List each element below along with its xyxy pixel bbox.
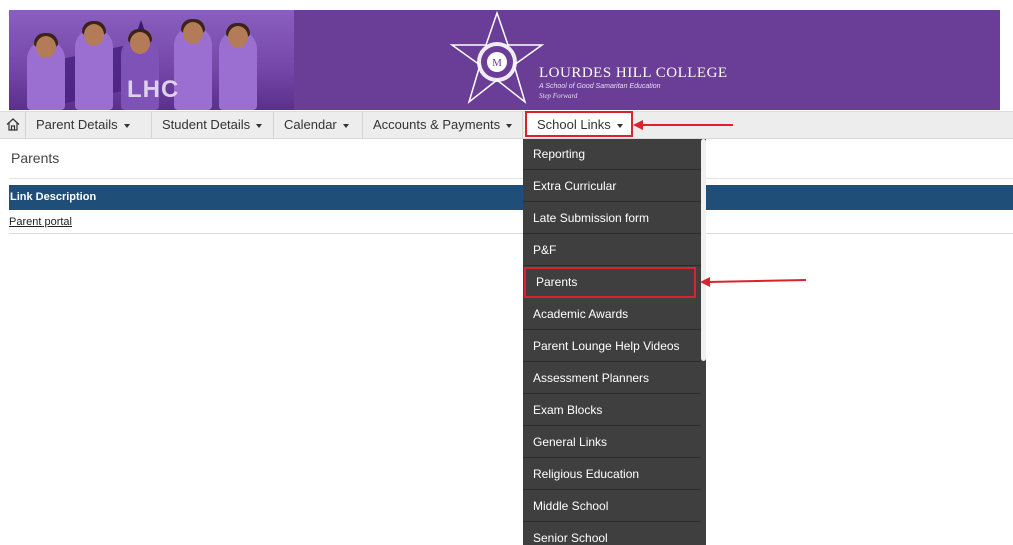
main-nav: Parent Details Student Details Calendar … bbox=[0, 111, 1013, 139]
menu-item-late-submission-form[interactable]: Late Submission form bbox=[523, 203, 701, 234]
menu-item-pandf[interactable]: P&F bbox=[523, 235, 701, 266]
menu-item-senior-school[interactable]: Senior School bbox=[523, 523, 701, 545]
annotation-arrowhead bbox=[700, 277, 710, 287]
menu-item-exam-blocks[interactable]: Exam Blocks bbox=[523, 395, 701, 426]
nav-label: Calendar bbox=[284, 117, 337, 132]
school-tagline: A School of Good Samaritan Education bbox=[539, 83, 661, 90]
svg-text:M: M bbox=[492, 57, 502, 69]
menu-item-assessment-planners[interactable]: Assessment Planners bbox=[523, 363, 701, 394]
nav-parent-details[interactable]: Parent Details bbox=[26, 112, 152, 138]
caret-down-icon bbox=[342, 123, 349, 128]
student-figure bbox=[174, 19, 212, 110]
caret-down-icon bbox=[256, 123, 263, 128]
college-crest-icon: M bbox=[449, 10, 545, 105]
student-figure bbox=[75, 21, 113, 110]
menu-item-middle-school[interactable]: Middle School bbox=[523, 491, 701, 522]
lhc-logo-text: LHC bbox=[127, 76, 180, 103]
menu-item-parents[interactable]: Parents bbox=[524, 267, 696, 298]
header-banner: LHC M LOURDES HILL COLLEGE A School of G… bbox=[9, 10, 1000, 110]
nav-label: Student Details bbox=[162, 117, 251, 132]
nav-label: School Links bbox=[537, 117, 611, 132]
nav-label: Parent Details bbox=[36, 117, 118, 132]
school-name: LOURDES HILL COLLEGE bbox=[539, 65, 728, 81]
nav-school-links[interactable]: School Links bbox=[525, 111, 633, 137]
nav-home[interactable] bbox=[0, 112, 26, 138]
page-title: Parents bbox=[11, 150, 60, 166]
caret-down-icon bbox=[616, 123, 623, 128]
nav-label: Accounts & Payments bbox=[373, 117, 501, 132]
school-links-dropdown: Reporting Extra Curricular Late Submissi… bbox=[523, 139, 706, 545]
parent-portal-link[interactable]: Parent portal bbox=[9, 216, 72, 228]
column-header-link-description: Link Description bbox=[10, 191, 97, 203]
annotation-arrow-line bbox=[707, 278, 806, 283]
menu-item-academic-awards[interactable]: Academic Awards bbox=[523, 299, 701, 330]
school-brand: LOURDES HILL COLLEGE A School of Good Sa… bbox=[539, 65, 728, 100]
caret-down-icon bbox=[506, 123, 513, 128]
menu-item-religious-education[interactable]: Religious Education bbox=[523, 459, 701, 490]
student-figure bbox=[219, 23, 257, 110]
students-photo: LHC bbox=[9, 10, 294, 110]
nav-accounts-payments[interactable]: Accounts & Payments bbox=[363, 112, 523, 138]
nav-calendar[interactable]: Calendar bbox=[274, 112, 363, 138]
home-icon bbox=[6, 118, 19, 131]
divider bbox=[9, 178, 1013, 179]
menu-item-parent-lounge-help-videos[interactable]: Parent Lounge Help Videos bbox=[523, 331, 701, 362]
school-motto: Step Forward bbox=[539, 92, 578, 100]
student-figure bbox=[27, 33, 65, 110]
caret-down-icon bbox=[123, 123, 130, 128]
table-row: Parent portal bbox=[9, 211, 1013, 234]
annotation-arrowhead bbox=[633, 120, 643, 130]
menu-item-extra-curricular[interactable]: Extra Curricular bbox=[523, 171, 701, 202]
nav-student-details[interactable]: Student Details bbox=[152, 112, 274, 138]
menu-item-general-links[interactable]: General Links bbox=[523, 427, 701, 458]
menu-item-reporting[interactable]: Reporting bbox=[523, 139, 701, 170]
annotation-arrow-line bbox=[640, 124, 733, 126]
table-header: Link Description bbox=[9, 185, 1013, 210]
dropdown-scrollbar[interactable] bbox=[701, 139, 706, 361]
